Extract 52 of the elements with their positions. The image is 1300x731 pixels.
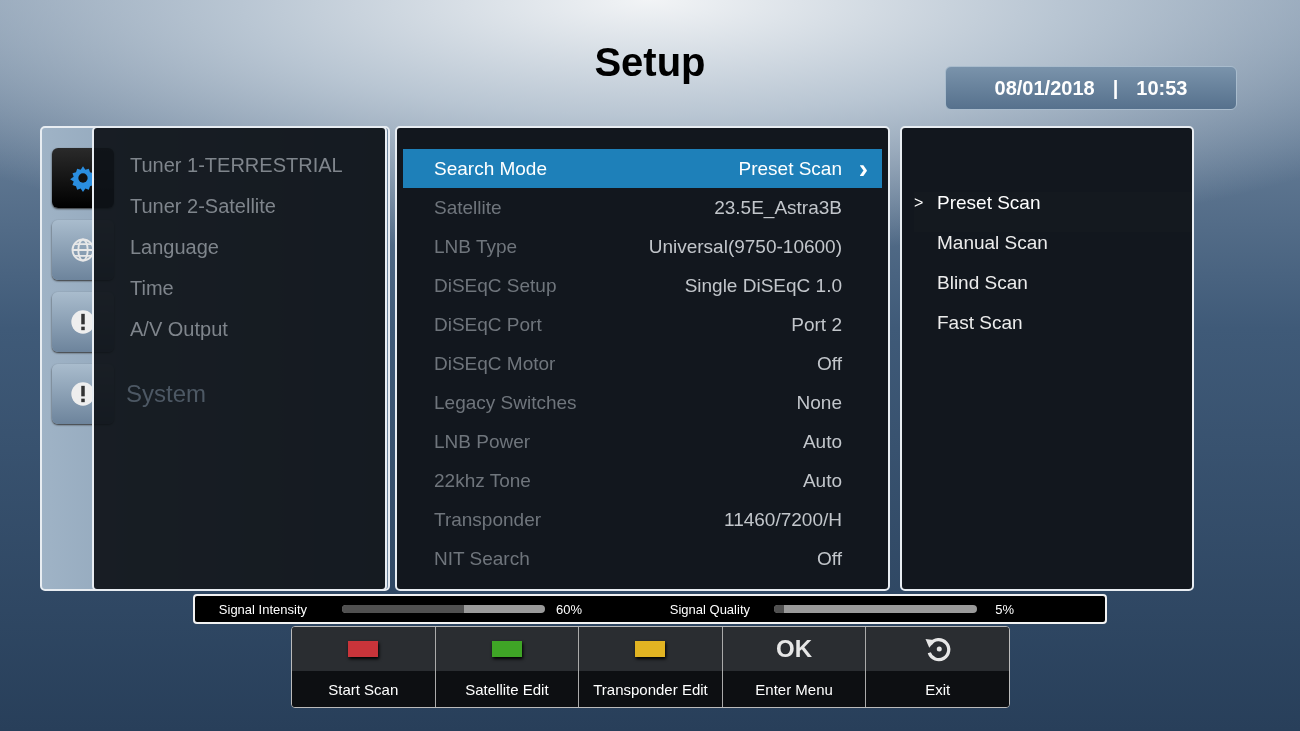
setting-label: Legacy Switches (434, 391, 578, 414)
submenu-item[interactable]: Time (130, 277, 385, 318)
date-text: 08/01/2018 (994, 76, 1095, 100)
option-label: Preset Scan (937, 192, 1041, 215)
selection-marker: > (914, 194, 924, 211)
chevron-icon: › (842, 154, 868, 183)
submenu-item[interactable]: Language (130, 236, 385, 277)
setting-value: Single DiSEqC 1.0 (684, 274, 842, 297)
setting-value: Port 2 (791, 313, 842, 336)
setting-value: Auto (802, 469, 842, 492)
setting-value: Auto (802, 430, 842, 453)
key-label: Transponder Edit (579, 671, 722, 707)
setting-label: Search Mode (434, 157, 548, 180)
ok-key-label: OK (776, 635, 813, 663)
option-label: Fast Scan (937, 312, 1023, 335)
setting-label: DiSEqC Setup (434, 274, 558, 297)
signal-reading: 60% (554, 601, 582, 617)
setting-value: 11460/7200/H (724, 508, 842, 531)
setting-value: 23.5E_Astra3B (714, 196, 842, 219)
signal-label: Signal Intensity (217, 601, 308, 617)
key-label: Start Scan (292, 671, 435, 707)
submenu-item[interactable]: Tuner 1-TERRESTRIAL (130, 154, 385, 195)
setting-label: LNB Type (434, 235, 519, 258)
option-item[interactable]: Fast Scan (914, 312, 1192, 352)
setting-value: None (796, 391, 842, 414)
option-item[interactable]: Manual Scan (914, 232, 1192, 272)
time-text: 10:53 (1136, 76, 1188, 100)
setting-value: Universal(9750-10600) (648, 235, 842, 258)
option-item[interactable]: Blind Scan (914, 272, 1192, 312)
key-label: Exit (866, 671, 1009, 707)
key-label: Enter Menu (722, 671, 866, 707)
setting-label: LNB Power (434, 430, 532, 453)
setting-row[interactable]: Search Mode Preset Scan › (403, 149, 882, 188)
separator-text: | (1112, 76, 1119, 100)
setting-value: Off (817, 547, 842, 570)
setting-label: NIT Search (434, 547, 531, 570)
option-label: Blind Scan (937, 272, 1028, 295)
submenu-item[interactable]: A/V Output (130, 318, 385, 359)
key-label: Satellite Edit (435, 671, 579, 707)
setting-value: Preset Scan (738, 157, 842, 180)
submenu-item[interactable]: Tuner 2-Satellite (130, 195, 385, 236)
setting-value: Off (817, 352, 842, 375)
setting-label: Transponder (434, 508, 543, 531)
setting-label: DiSEqC Port (434, 313, 543, 336)
category-label: System (126, 380, 206, 408)
setting-label: Satellite (434, 196, 503, 219)
setting-label: 22khz Tone (434, 469, 532, 492)
setting-label: DiSEqC Motor (434, 352, 557, 375)
option-label: Manual Scan (937, 232, 1048, 255)
signal-label: Signal Quality (668, 601, 751, 617)
signal-reading: 5% (994, 601, 1014, 617)
screen-title: Setup (594, 39, 706, 86)
